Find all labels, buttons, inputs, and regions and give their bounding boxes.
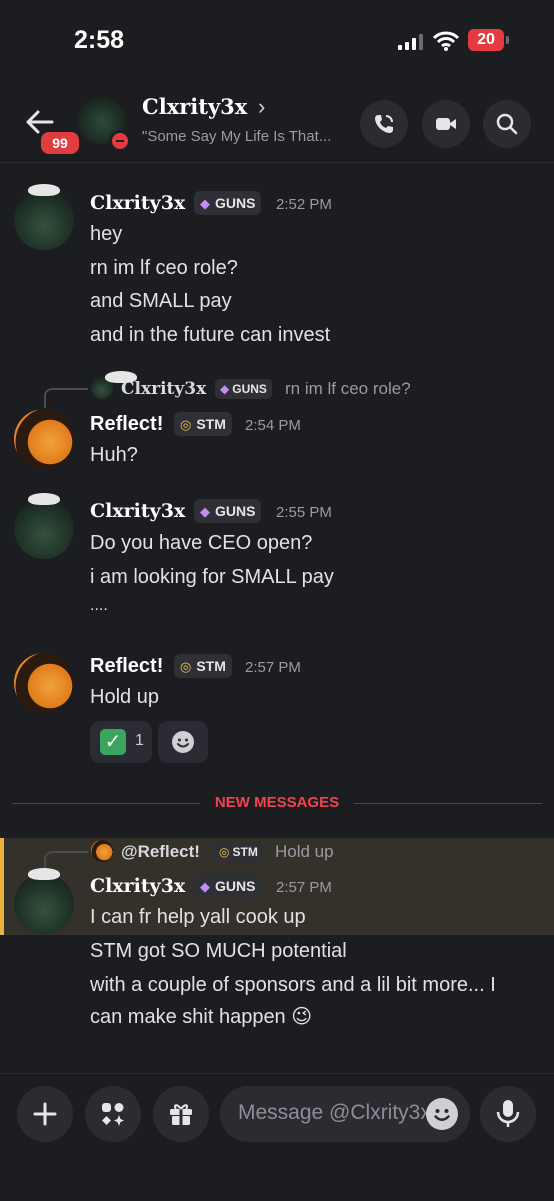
coin-icon: ◎ xyxy=(180,659,192,674)
message-input[interactable]: Message @Clxrity3x xyxy=(220,1086,470,1142)
gem-icon: ◆ xyxy=(200,504,210,519)
add-attachment-button[interactable] xyxy=(17,1086,73,1142)
search-button[interactable] xyxy=(483,100,531,148)
signal-icon xyxy=(398,34,423,50)
message-line: STM got SO MUCH potential xyxy=(90,940,347,962)
channel-name[interactable]: Clxrity3x xyxy=(142,94,247,119)
timestamp: 2:52 PM xyxy=(276,196,332,213)
wifi-icon xyxy=(433,31,459,51)
server-tag[interactable]: ◎ STM xyxy=(174,412,232,436)
reply-server-tag: ◎ STM xyxy=(214,842,263,862)
message-line: .... xyxy=(90,597,108,614)
reply-server-tag: ◆ GUNS xyxy=(215,379,272,399)
avatar[interactable] xyxy=(14,868,74,934)
message-line: with a couple of sponsors and a lil bit … xyxy=(90,974,496,996)
timestamp: 2:57 PM xyxy=(245,659,301,676)
video-camera-icon xyxy=(436,118,456,130)
microphone-icon xyxy=(496,1100,520,1127)
new-messages-label: NEW MESSAGES xyxy=(200,794,354,811)
status-bar: 2:58 20 xyxy=(0,0,554,84)
message-author[interactable]: Reflect! xyxy=(90,413,163,436)
phone-icon xyxy=(375,115,393,133)
message-line: Do you have CEO open? xyxy=(90,532,313,554)
voice-message-button[interactable] xyxy=(480,1086,536,1142)
message-line: I can fr help yall cook up xyxy=(90,906,306,928)
coin-icon: ◎ xyxy=(180,417,192,432)
unread-badge: 99 xyxy=(38,129,82,157)
battery-icon: 20 xyxy=(468,29,510,51)
timestamp: 2:57 PM xyxy=(276,879,332,896)
server-tag[interactable]: ◆ GUNS xyxy=(194,499,262,523)
avatar[interactable] xyxy=(14,409,74,469)
apps-button[interactable] xyxy=(85,1086,141,1142)
battery-level: 20 xyxy=(468,29,504,51)
message-line: and SMALL pay xyxy=(90,290,232,312)
server-tag[interactable]: ◆ GUNS xyxy=(194,191,262,215)
message-author[interactable]: Clxrity3x xyxy=(90,875,185,897)
reply-author[interactable]: Clxrity3x xyxy=(121,379,206,399)
reply-author[interactable]: @Reflect! xyxy=(121,842,200,862)
message-line: can make shit happen 😉 xyxy=(90,1006,313,1028)
emoji-picker-icon[interactable] xyxy=(426,1098,458,1130)
reply-avatar xyxy=(91,371,137,399)
chat-header: 99 Clxrity3x › "Some Say My Life Is That… xyxy=(0,84,554,163)
reply-preview[interactable]: rn im lf ceo role? xyxy=(285,379,411,399)
message-line: hey xyxy=(90,223,123,245)
add-reaction-button[interactable] xyxy=(158,721,208,763)
timestamp: 2:54 PM xyxy=(245,417,301,434)
timestamp: 2:55 PM xyxy=(276,504,332,521)
reply-avatar xyxy=(91,840,113,862)
reaction-check[interactable]: ✓ 1 xyxy=(90,721,152,763)
message-line: i am looking for SMALL pay xyxy=(90,566,334,588)
apps-icon xyxy=(102,1103,124,1126)
call-button[interactable] xyxy=(360,100,408,148)
smiley-icon xyxy=(172,731,194,753)
reaction-count: 1 xyxy=(135,732,144,749)
server-tag[interactable]: ◎ STM xyxy=(174,654,232,678)
plus-icon xyxy=(33,1102,57,1126)
gift-icon xyxy=(170,1104,192,1125)
custom-status: "Some Say My Life Is That... xyxy=(142,128,332,145)
message-line: Huh? xyxy=(90,444,138,466)
message-line: rn im lf ceo role? xyxy=(90,257,238,279)
reply-connector xyxy=(44,388,88,408)
message-input-placeholder: Message @Clxrity3x xyxy=(238,1101,431,1124)
message-author[interactable]: Clxrity3x xyxy=(90,500,185,522)
dnd-status-icon xyxy=(109,130,131,152)
gem-icon: ◆ xyxy=(200,196,210,211)
message-line: Hold up xyxy=(90,686,159,708)
avatar[interactable] xyxy=(14,653,74,713)
avatar[interactable] xyxy=(14,184,74,250)
message-line: and in the future can invest xyxy=(90,324,331,346)
server-tag[interactable]: ◆ GUNS xyxy=(194,874,262,898)
status-time: 2:58 xyxy=(74,26,125,54)
message-author[interactable]: Clxrity3x xyxy=(90,192,185,214)
search-icon xyxy=(496,113,518,135)
coin-icon: ◎ xyxy=(219,845,230,859)
chevron-right-icon[interactable]: › xyxy=(258,94,265,120)
video-call-button[interactable] xyxy=(422,100,470,148)
avatar[interactable] xyxy=(14,493,74,559)
gem-icon: ◆ xyxy=(200,879,210,894)
reply-preview[interactable]: Hold up xyxy=(275,842,334,862)
gem-icon: ◆ xyxy=(220,382,230,396)
composer-bar: Message @Clxrity3x xyxy=(0,1073,554,1201)
message-author[interactable]: Reflect! xyxy=(90,655,163,678)
gift-button[interactable] xyxy=(153,1086,209,1142)
check-mark-icon: ✓ xyxy=(100,729,126,755)
